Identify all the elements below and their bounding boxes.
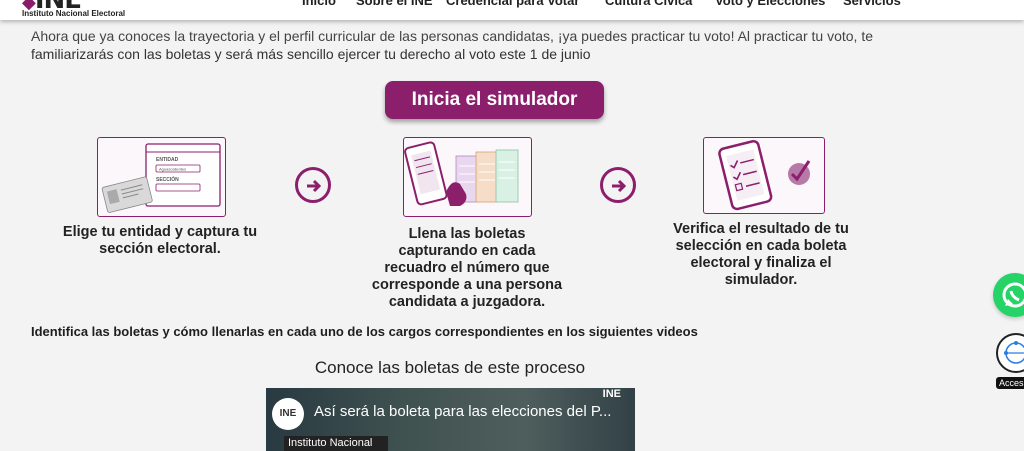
step-2-line: Llena las boletas — [408, 226, 526, 242]
step-2-illustration — [403, 137, 532, 217]
step-3-line: Verifica el resultado de tu — [673, 221, 849, 237]
nav-cultura-civica[interactable]: Cultura Cívica — [605, 0, 692, 8]
accessibility-icon — [1004, 341, 1024, 364]
accessibility-button[interactable] — [996, 333, 1024, 373]
logo-subtitle: Instituto Nacional Electoral — [22, 9, 126, 18]
step-2-line: recuadro el número que — [384, 260, 550, 276]
nav-inicio[interactable]: Inicio — [302, 0, 336, 8]
step-2-line: capturando en cada — [398, 243, 536, 259]
id-card-form-icon: ENTIDAD Aguascalientes SECCIÓN — [101, 143, 221, 213]
whatsapp-icon — [1002, 282, 1024, 308]
video-embed[interactable]: INE Así será la boleta para las eleccion… — [266, 388, 635, 451]
form-label-entidad: ENTIDAD — [156, 157, 179, 163]
form-label-seccion: SECCIÓN — [156, 175, 179, 183]
arrow-right-icon — [600, 167, 636, 203]
step-1-line: Elige tu entidad y captura tu — [62, 224, 258, 240]
intro-line-2: familiarizarás con las boletas y será má… — [31, 46, 591, 62]
nav-credencial[interactable]: Credencial para Votar — [446, 0, 579, 8]
videos-note: Identifica las boletas y cómo llenarlas … — [31, 324, 698, 339]
phone-checklist-icon — [718, 139, 811, 211]
channel-avatar[interactable]: INE — [272, 398, 304, 430]
accessibility-label: Accesib — [996, 377, 1024, 389]
step-1-illustration: ENTIDAD Aguascalientes SECCIÓN — [97, 137, 226, 217]
nav-voto-elecciones[interactable]: Voto y Elecciones — [715, 0, 825, 8]
nav-sobre-ine[interactable]: Sobre el INE — [356, 0, 433, 8]
intro-line-1: Ahora que ya conoces la trayectoria y el… — [31, 28, 873, 44]
step-1-text: Elige tu entidad y captura tu sección el… — [40, 224, 280, 258]
step-3-line: selección en cada boleta — [675, 238, 847, 254]
ballots-phone-icon — [404, 141, 519, 206]
section-title: Conoce las boletas de este proceso — [314, 358, 586, 377]
start-simulator-button[interactable]: Inicia el simulador — [385, 81, 604, 119]
video-channel-name: Instituto Nacional — [284, 436, 388, 451]
step-2-line: candidata a juzgadora. — [388, 294, 546, 310]
video-corner-logo: INE — [602, 388, 621, 400]
nav-servicios[interactable]: Servicios — [843, 0, 901, 8]
whatsapp-button[interactable] — [993, 273, 1024, 317]
top-navbar: ◆INE Instituto Nacional Electoral Inicio… — [0, 0, 1024, 20]
step-3-text: Verifica el resultado de tu selección en… — [648, 221, 874, 289]
step-2-line: corresponde a una persona — [371, 277, 563, 293]
step-3-line: electoral y finaliza el — [690, 255, 832, 271]
step-3-illustration — [703, 137, 825, 214]
step-3-line: simulador. — [724, 272, 798, 288]
video-title[interactable]: Así será la boleta para las elecciones d… — [314, 403, 611, 420]
arrow-right-icon — [295, 167, 331, 203]
step-2-text: Llena las boletas capturando en cada rec… — [352, 226, 582, 311]
step-1-line: sección electoral. — [99, 241, 221, 257]
form-value-aguascalientes: Aguascalientes — [159, 167, 186, 172]
